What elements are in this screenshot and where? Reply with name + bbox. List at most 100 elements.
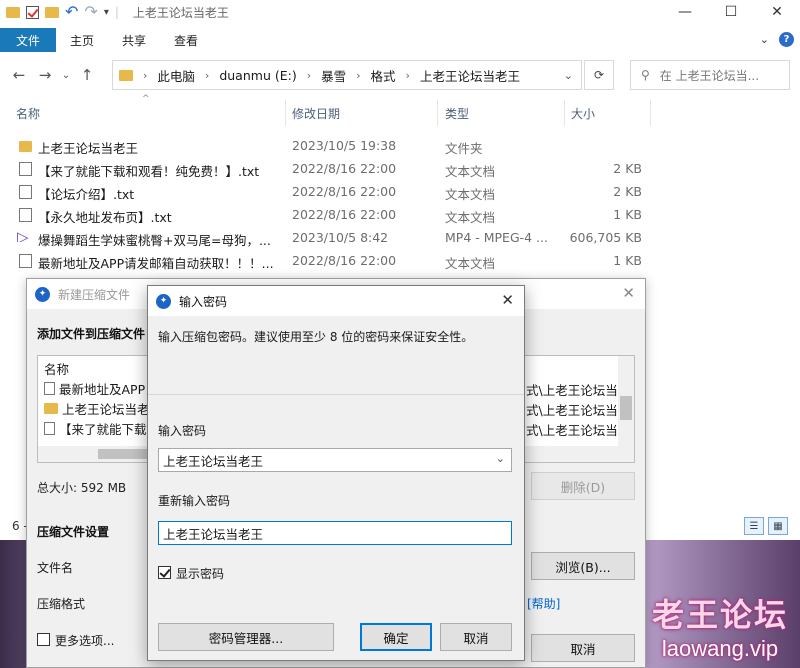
show-password-checkbox[interactable]	[158, 566, 171, 579]
dialog-title: 新建压缩文件	[58, 287, 131, 302]
search-box[interactable]: ⚲ 在 上老王论坛当...	[630, 60, 790, 90]
back-arrow-icon[interactable]: ←	[6, 66, 32, 84]
password-input[interactable]: 上老王论坛当老王 ⌄	[158, 448, 512, 472]
file-row[interactable]: 【永久地址发布页】.txt 2022/8/16 22:00 文本文档 1 KB	[0, 203, 650, 226]
title-bar: ↶ ↷ ▾ | 上老王论坛当老王 — ☐ ✕	[0, 0, 800, 24]
tab-view[interactable]: 查看	[160, 28, 212, 52]
file-row[interactable]: 最新地址及APP请发邮箱自动获取！！！... 2022/8/16 22:00 文…	[0, 249, 650, 272]
folder-icon	[6, 6, 20, 18]
forward-arrow-icon[interactable]: →	[32, 66, 58, 84]
list-item[interactable]: 上老王论坛当老	[44, 398, 150, 418]
column-divider[interactable]	[437, 100, 438, 126]
column-header-type[interactable]: 类型	[445, 100, 469, 126]
file-row[interactable]: ▷ 爆操舞蹈生学妹蜜桃臀+双马尾=母狗，... 2023/10/5 8:42 M…	[0, 226, 650, 249]
expand-ribbon-icon[interactable]: ⌄	[760, 33, 769, 46]
show-password-label: 显示密码	[176, 567, 225, 581]
file-type: MP4 - MPEG-4 ...	[445, 230, 548, 245]
document-icon	[19, 208, 32, 222]
folder-icon	[19, 141, 32, 152]
help-icon[interactable]: ?	[779, 32, 794, 47]
search-placeholder: 在 上老王论坛当...	[659, 68, 760, 83]
file-row[interactable]: 【来了就能下载和观看！纯免费！】.txt 2022/8/16 22:00 文本文…	[0, 157, 650, 180]
refresh-icon[interactable]: ⟳	[584, 60, 614, 90]
redo-icon[interactable]: ↷	[84, 4, 97, 20]
list-header-name: 名称	[44, 361, 70, 377]
column-divider[interactable]	[650, 100, 651, 126]
more-options-checkbox[interactable]	[37, 633, 50, 646]
file-type: 文本文档	[445, 164, 496, 179]
window-controls: — ☐ ✕	[662, 0, 800, 24]
browse-button[interactable]: 浏览(B)...	[531, 552, 635, 580]
list-item[interactable]: 【来了就能下载	[44, 418, 147, 438]
properties-check-icon[interactable]	[26, 5, 39, 19]
close-icon[interactable]: ✕	[622, 284, 635, 302]
help-link[interactable]: [帮助]	[527, 595, 560, 612]
list-item[interactable]: 最新地址及APP	[44, 378, 145, 398]
list-item-name: 上老王论坛当老	[62, 401, 150, 417]
file-date: 2022/8/16 22:00	[292, 253, 397, 268]
breadcrumb-folder-1[interactable]: 暴雪	[321, 66, 346, 85]
close-icon[interactable]: ✕	[754, 0, 800, 24]
file-row[interactable]: 上老王论坛当老王 2023/10/5 19:38 文件夹	[0, 134, 650, 157]
address-bar[interactable]: › 此电脑 › duanmu (E:) › 暴雪 › 格式 › 上老王论坛当老王…	[112, 60, 582, 90]
breadcrumb-folder-3[interactable]: 上老王论坛当老王	[420, 66, 520, 85]
document-icon	[19, 185, 32, 199]
tab-file[interactable]: 文件	[0, 28, 56, 52]
password-label: 输入密码	[158, 424, 207, 438]
reenter-password-label: 重新输入密码	[158, 494, 231, 508]
address-dropdown-icon[interactable]: ⌄	[564, 69, 573, 82]
cancel-button[interactable]: 取消	[440, 623, 512, 651]
minimize-icon[interactable]: —	[662, 0, 708, 24]
column-header-name[interactable]: 名称	[16, 100, 40, 126]
details-view-icon[interactable]: ☰	[744, 517, 764, 535]
new-folder-icon[interactable]	[45, 6, 59, 18]
breadcrumb-drive[interactable]: duanmu (E:)	[219, 68, 296, 83]
breadcrumb-separator-icon: ›	[204, 68, 210, 82]
password-manager-button[interactable]: 密码管理器...	[158, 623, 334, 651]
breadcrumb-separator-icon: ›	[143, 68, 148, 82]
ok-button[interactable]: 确定	[360, 623, 432, 651]
vertical-scrollbar[interactable]	[618, 356, 634, 446]
divider	[148, 394, 524, 395]
tab-home[interactable]: 主页	[56, 28, 108, 52]
breadcrumb-folder-2[interactable]: 格式	[371, 66, 396, 85]
customize-toolbar-icon[interactable]: ▾	[104, 7, 109, 18]
tab-share[interactable]: 共享	[108, 28, 160, 52]
maximize-icon[interactable]: ☐	[708, 0, 754, 24]
format-label: 压缩格式	[37, 597, 86, 611]
breadcrumb-this-pc[interactable]: 此电脑	[157, 66, 195, 85]
watermark-title: 老王论坛	[651, 596, 788, 634]
file-date: 2022/8/16 22:00	[292, 207, 397, 222]
filename-label: 文件名	[37, 561, 74, 575]
chevron-down-icon[interactable]: ⌄	[496, 452, 505, 465]
reenter-password-input[interactable]: 上老王论坛当老王	[158, 521, 512, 545]
app-logo-icon: ✦	[156, 293, 171, 309]
column-divider[interactable]	[564, 100, 565, 126]
recent-locations-icon[interactable]: ⌄	[58, 70, 74, 81]
site-watermark: 老王论坛 laowang.vip	[652, 590, 788, 662]
more-options-label: 更多选项...	[55, 634, 115, 648]
up-arrow-icon[interactable]: ↑	[74, 66, 100, 84]
column-divider[interactable]	[285, 100, 286, 126]
column-header-size[interactable]: 大小	[571, 100, 595, 126]
file-name: 【永久地址发布页】.txt	[38, 210, 172, 225]
file-type: 文本文档	[445, 210, 496, 225]
file-date: 2022/8/16 22:00	[292, 184, 397, 199]
column-header-date[interactable]: 修改日期	[292, 100, 340, 126]
file-size: 1 KB	[613, 253, 642, 268]
large-icons-view-icon[interactable]: ▦	[768, 517, 788, 535]
delete-button[interactable]: 删除(D)	[531, 472, 635, 500]
sort-arrow-icon: ^	[142, 94, 150, 104]
reenter-password-value: 上老王论坛当老王	[163, 526, 264, 542]
ribbon-tabs: 文件 主页 共享 查看 ⌄ ?	[0, 28, 800, 52]
folder-icon	[44, 402, 58, 414]
password-dialog: ✦ 输入密码 ✕ 输入压缩包密码。建议使用至少 8 位的密码来保证安全性。 输入…	[147, 285, 525, 661]
cancel-button[interactable]: 取消	[531, 634, 635, 662]
close-icon[interactable]: ✕	[501, 291, 514, 309]
scrollbar-thumb[interactable]	[620, 396, 632, 420]
file-row[interactable]: 【论坛介绍】.txt 2022/8/16 22:00 文本文档 2 KB	[0, 180, 650, 203]
settings-label: 压缩文件设置	[37, 525, 110, 539]
undo-icon[interactable]: ↶	[65, 4, 78, 20]
file-type: 文件夹	[445, 141, 483, 156]
document-icon	[19, 162, 32, 176]
